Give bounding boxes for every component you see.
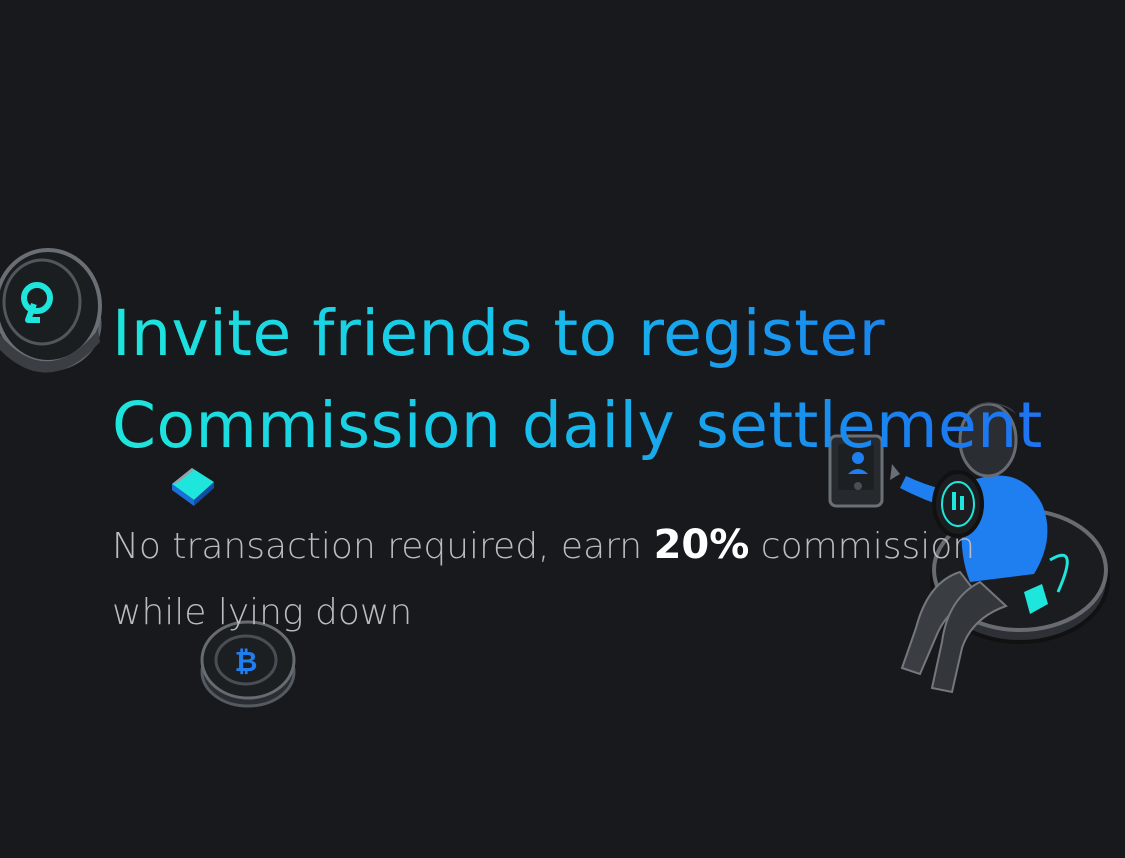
- coin-icon: [0, 248, 102, 373]
- hero-subtitle: No transaction required, earn 20% commis…: [112, 512, 1052, 646]
- subtitle-text-after: commission: [749, 526, 976, 567]
- hero-title: Invite friends to register Commission da…: [112, 288, 1072, 472]
- subtitle-text-before: No transaction required, earn: [112, 526, 654, 567]
- subtitle-text-line-2: while lying down: [112, 592, 413, 633]
- invite-banner: ₿ Invite friends to register Commission: [0, 0, 1125, 858]
- hero-title-line-1: Invite friends to register: [112, 297, 886, 370]
- hero-title-line-2: Commission daily settlement: [112, 389, 1043, 462]
- svg-text:₿: ₿: [235, 645, 258, 678]
- commission-percentage: 20%: [653, 522, 750, 568]
